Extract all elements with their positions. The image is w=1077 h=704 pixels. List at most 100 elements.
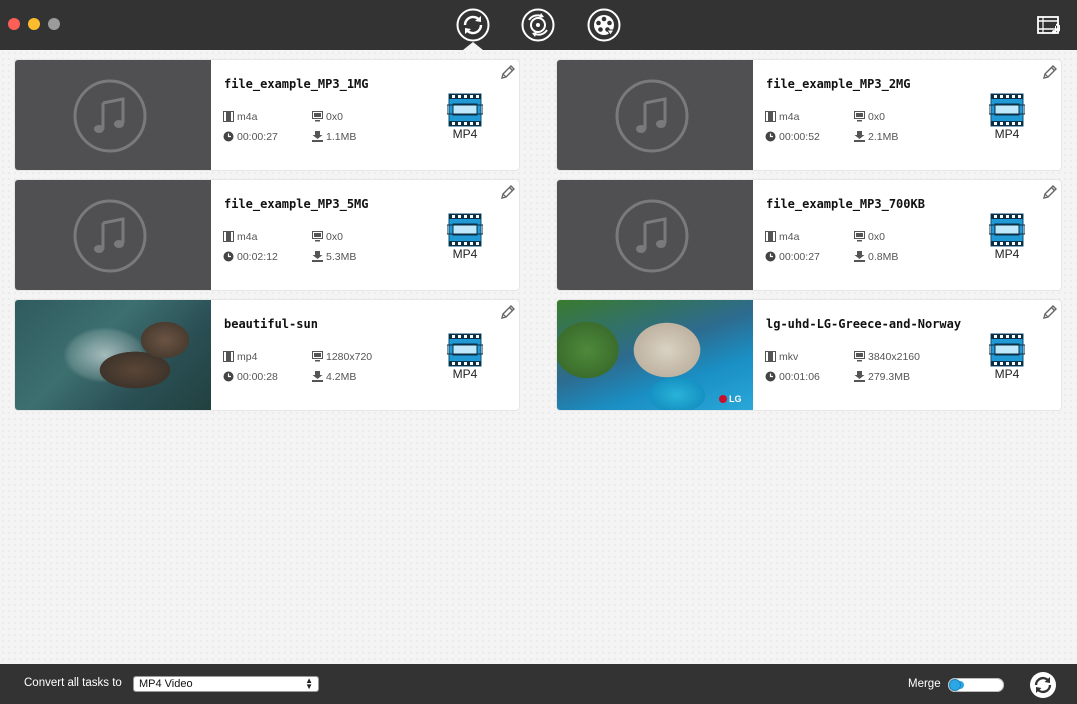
mp4-format-icon [989,93,1025,127]
pencil-icon [1043,65,1057,79]
task-size: 2.1MB [854,131,898,143]
monitor-icon [312,351,323,362]
download-tab-button[interactable] [587,8,621,42]
task-format: mp4 [223,351,257,363]
media-browser-button[interactable] [1036,14,1064,38]
edit-task-button[interactable] [1041,303,1059,321]
task-duration: 00:00:28 [223,371,278,383]
task-format: mkv [765,351,798,363]
audio-thumbnail [557,60,753,170]
task-title: file_example_MP3_1MG [224,77,369,91]
clock-icon [223,371,234,382]
task-resolution: 0x0 [312,111,343,123]
clock-icon [765,251,776,262]
rip-disc-tab-button[interactable] [521,8,555,42]
edit-task-button[interactable] [499,183,517,201]
task-resolution: 0x0 [854,231,885,243]
download-icon [854,131,865,142]
music-note-icon [615,199,689,273]
pencil-icon [501,185,515,199]
output-format-button[interactable]: MP4 [447,333,483,383]
task-resolution: 0x0 [312,231,343,243]
edit-task-button[interactable] [1041,63,1059,81]
film-icon [223,351,234,362]
task-title: file_example_MP3_5MG [224,197,369,211]
task-card[interactable]: file_example_MP3_2MG m4a 0x0 00:00:52 2.… [557,60,1061,170]
task-size: 5.3MB [312,251,356,263]
task-size: 1.1MB [312,131,356,143]
edit-task-button[interactable] [499,63,517,81]
output-format-label: MP4 [452,127,478,141]
film-icon [223,111,234,122]
output-format-label: MP4 [994,367,1020,381]
output-format-button[interactable]: MP4 [447,213,483,263]
download-icon [854,371,865,382]
task-title: lg-uhd-LG-Greece-and-Norway [766,317,962,331]
edit-task-button[interactable] [499,303,517,321]
output-format-select[interactable]: MP4 Video ▲ ▼ [133,676,319,692]
output-format-label: MP4 [452,367,478,381]
task-size: 4.2MB [312,371,356,383]
title-toolbar [0,0,1077,50]
minimize-window-button[interactable] [28,18,40,30]
convert-tab-button[interactable] [456,8,490,42]
convert-all-label: Convert all tasks to [24,677,122,689]
mp4-format-icon [447,93,483,127]
task-card[interactable]: file_example_MP3_1MG m4a 0x0 00:00:27 1.… [15,60,519,170]
download-film-icon [587,8,621,42]
output-format-button[interactable]: MP4 [989,213,1025,263]
pencil-icon [501,305,515,319]
pencil-icon [1043,305,1057,319]
mp4-format-icon [989,213,1025,247]
merge-label: Merge [908,678,941,690]
select-arrows-icon: ▲ ▼ [305,676,313,691]
close-window-button[interactable] [8,18,20,30]
music-note-icon [73,199,147,273]
edit-task-button[interactable] [1041,183,1059,201]
task-size: 0.8MB [854,251,898,263]
active-tab-indicator [463,42,483,50]
convert-icon [1030,672,1056,698]
task-card[interactable]: file_example_MP3_700KB m4a 0x0 00:00:27 … [557,180,1061,290]
video-thumbnail: LG [557,300,753,410]
lg-logo: LG [719,394,742,404]
monitor-icon [854,351,865,362]
film-icon [223,231,234,242]
output-format-button[interactable]: MP4 [447,93,483,143]
output-format-label: MP4 [994,127,1020,141]
task-format: m4a [223,231,257,243]
media-browser-icon [1037,16,1061,35]
task-resolution: 0x0 [854,111,885,123]
output-format-button[interactable]: MP4 [989,93,1025,143]
audio-thumbnail [557,180,753,290]
task-duration: 00:00:52 [765,131,820,143]
task-size: 279.3MB [854,371,910,383]
task-card[interactable]: LG lg-uhd-LG-Greece-and-Norway mkv 3840x… [557,300,1061,410]
zoom-window-button[interactable] [48,18,60,30]
task-title: beautiful-sun [224,317,318,331]
audio-thumbnail [15,180,211,290]
output-format-button[interactable]: MP4 [989,333,1025,383]
pencil-icon [1043,185,1057,199]
convert-start-button[interactable] [1029,671,1057,699]
task-format: m4a [765,231,799,243]
monitor-icon [854,111,865,122]
clock-icon [223,131,234,142]
mp4-format-icon [447,333,483,367]
task-resolution: 1280x720 [312,351,372,363]
music-note-icon [615,79,689,153]
task-duration: 00:00:27 [765,251,820,263]
rip-disc-icon [521,8,555,42]
film-icon [765,351,776,362]
task-card[interactable]: beautiful-sun mp4 1280x720 00:00:28 4.2M… [15,300,519,410]
task-list: file_example_MP3_1MG m4a 0x0 00:00:27 1.… [0,50,1077,664]
task-title: file_example_MP3_700KB [766,197,925,211]
task-card[interactable]: file_example_MP3_5MG m4a 0x0 00:02:12 5.… [15,180,519,290]
task-duration: 00:01:06 [765,371,820,383]
task-duration: 00:00:27 [223,131,278,143]
clock-icon [765,371,776,382]
merge-toggle-knob [950,680,960,690]
download-icon [312,251,323,262]
film-icon [765,231,776,242]
merge-toggle[interactable] [948,678,1004,692]
